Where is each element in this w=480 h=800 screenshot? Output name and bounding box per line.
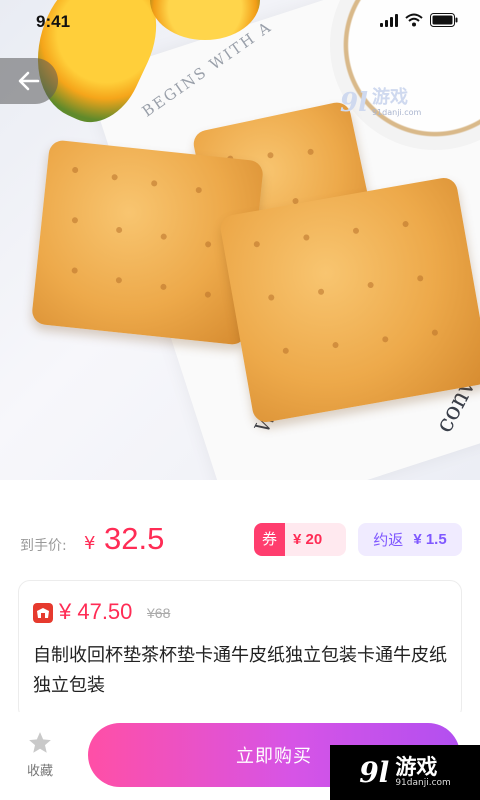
product-card[interactable]: ¥ 47.50 ¥68 自制收回杯垫茶杯垫卡通牛皮纸独立包装卡通牛皮纸独立包装: [18, 580, 462, 720]
coupon-badge[interactable]: 券 ¥ 20: [254, 523, 346, 556]
back-button[interactable]: [0, 58, 58, 104]
watermark-bottom-mark: 9l: [359, 756, 390, 789]
rebate-value: ¥ 1.5: [413, 531, 447, 548]
watermark-bottom-name: 游戏: [395, 755, 438, 779]
coupon-value: ¥ 20: [293, 531, 323, 548]
arrow-left-icon: [18, 71, 40, 91]
original-price: ¥68: [147, 605, 171, 621]
final-price-value: 32.5: [104, 521, 165, 556]
cracker-right: [218, 175, 480, 425]
wifi-icon: [405, 13, 423, 27]
status-time: 9:41: [36, 12, 71, 31]
product-image: BEGINS WITH A conver W: [0, 0, 480, 480]
battery-icon: [430, 13, 458, 27]
watermark-bottom-domain: 91danji.com: [395, 778, 451, 788]
favorite-label: 收藏: [26, 764, 53, 779]
watermark-domain: 91danji.com: [371, 107, 422, 117]
rebate-label: 约返: [373, 531, 404, 549]
star-icon: [29, 732, 51, 753]
current-price: ¥ 47.50: [59, 599, 133, 624]
watermark-logo-bottom: 9l 游戏 91danji.com: [330, 745, 480, 800]
coupon-tag: 券: [254, 523, 286, 556]
watermark-mark: 9l: [340, 88, 368, 118]
cellular-signal-icon: [380, 13, 398, 27]
buy-now-label: 立即购买: [236, 746, 312, 767]
status-bar: 9:41: [0, 0, 480, 44]
rebate-badge: 约返 ¥ 1.5: [358, 523, 462, 556]
watermark-name: 游戏: [371, 87, 408, 109]
final-price-currency: ¥: [84, 533, 96, 554]
favorite-button[interactable]: 收藏: [16, 730, 64, 792]
watermark-logo: 9l 游戏 91danji.com: [340, 88, 421, 118]
final-price-label: 到手价:: [20, 538, 67, 554]
product-title: 自制收回杯垫茶杯垫卡通牛皮纸独立包装卡通牛皮纸独立包装: [33, 645, 447, 696]
price-row: 到手价: ¥ 32.5 券 ¥ 20 约返 ¥ 1.5: [0, 515, 480, 565]
shop-icon: [33, 603, 53, 623]
status-icons: [380, 13, 458, 27]
